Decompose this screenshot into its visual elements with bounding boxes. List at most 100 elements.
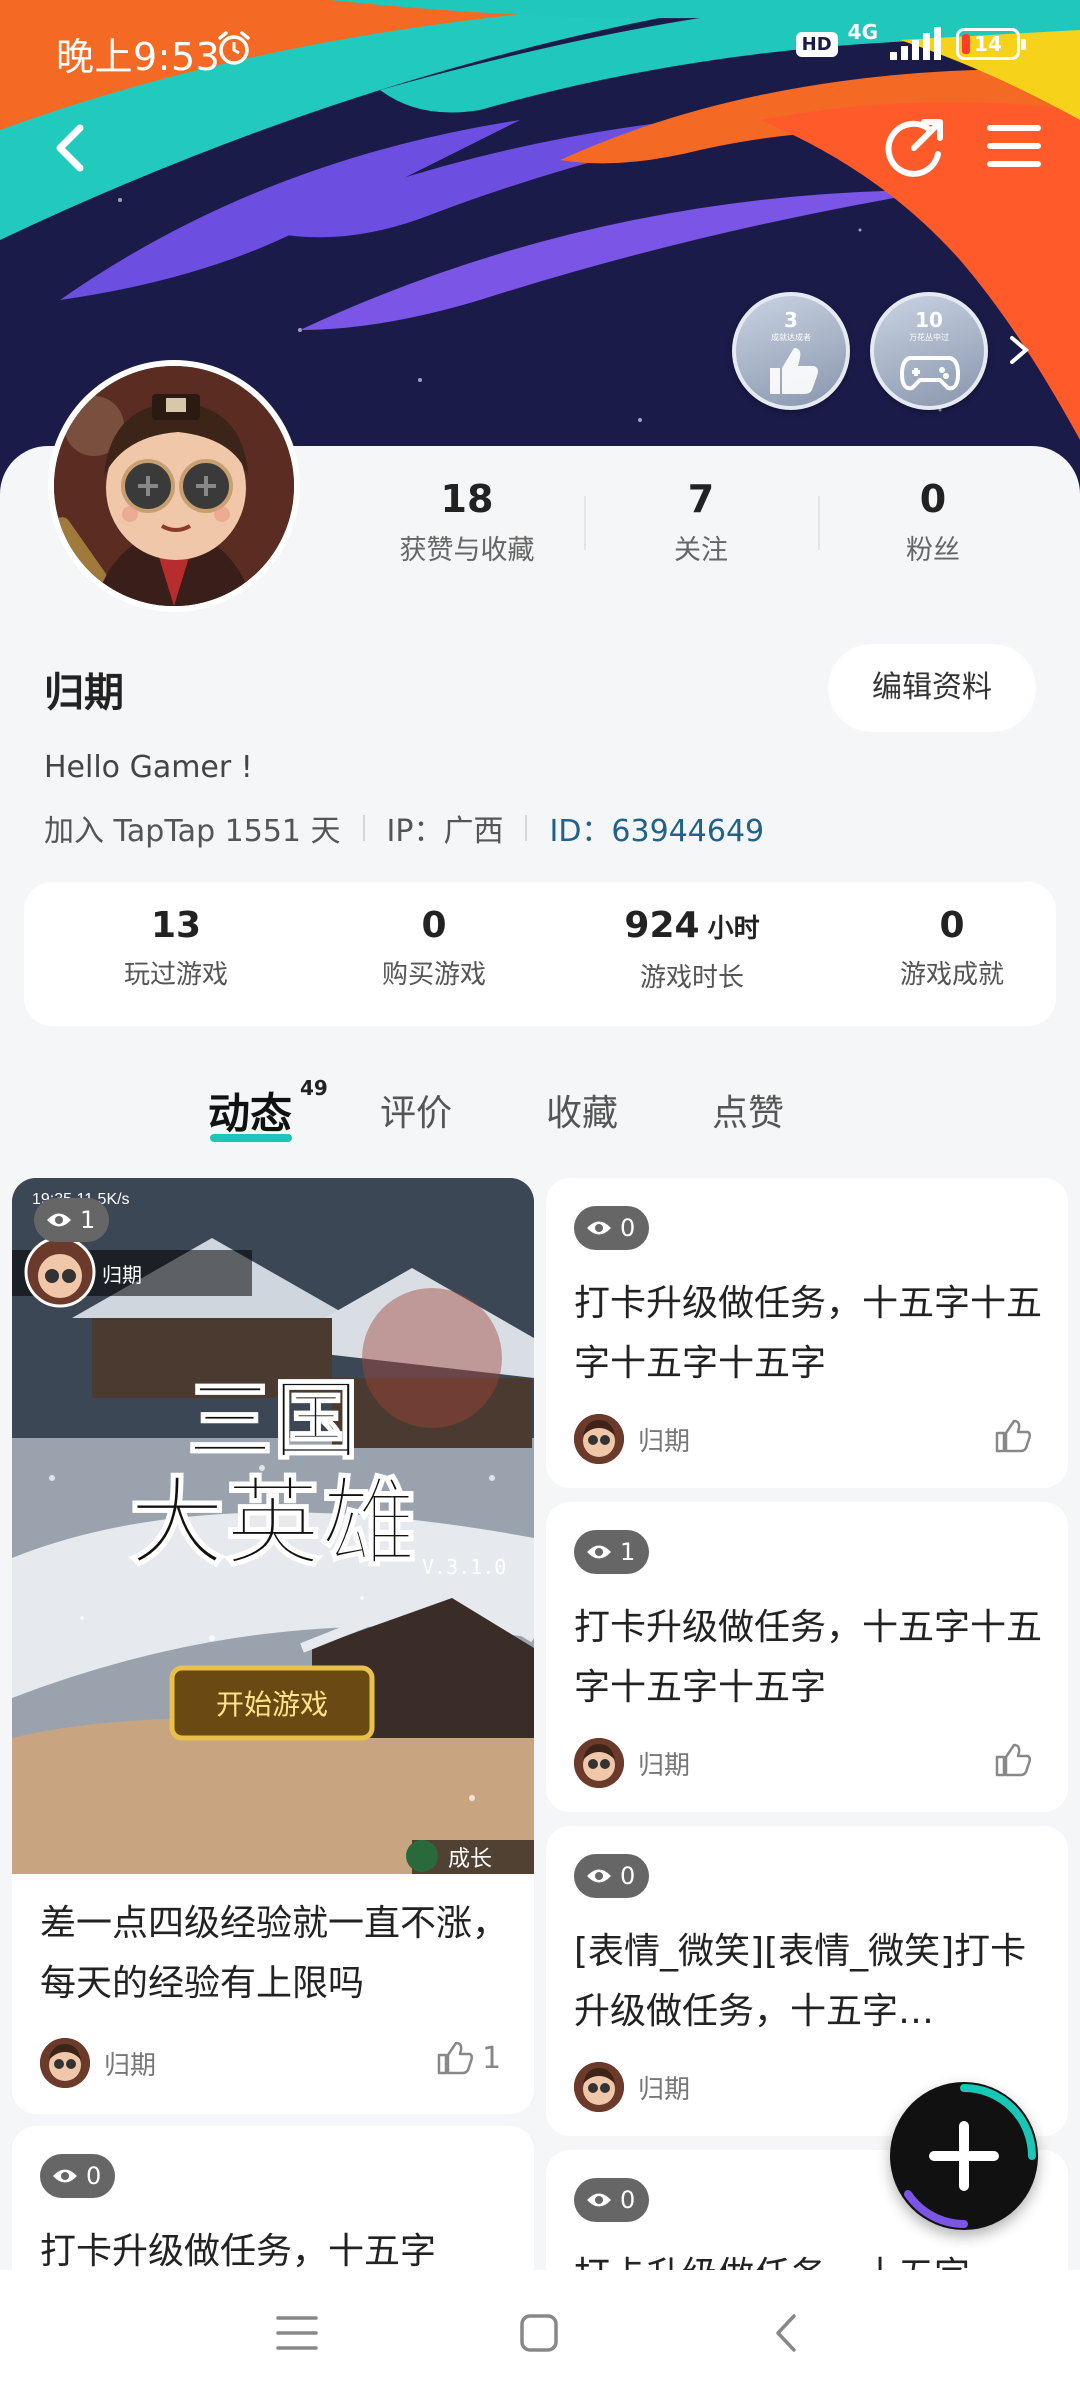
image-user-name: 归期	[102, 1263, 142, 1287]
stat-label: 游戏时长	[639, 963, 744, 993]
post-title: 打卡升级做任务，十五字十五字十五字十五字	[574, 1607, 1043, 1708]
post-author[interactable]: 归期	[40, 2038, 156, 2088]
divider	[584, 496, 586, 550]
thumbs-up-icon	[995, 1743, 1032, 1777]
played-games-stat[interactable]: 13 玩过游戏	[56, 904, 296, 991]
content-tabs: 动态 49 评价 收藏 点赞	[0, 1070, 1080, 1160]
user-bio: Hello Gamer !	[44, 750, 253, 785]
start-game-button: 开始游戏	[216, 1688, 328, 1721]
author-avatar	[574, 1414, 624, 1464]
tab-posts[interactable]: 动态 49	[208, 1076, 328, 1141]
post-title: [表情_微笑][表情_微笑]打卡升级做任务，十五字…	[574, 1931, 1027, 2032]
game-title-line1: 三国	[187, 1370, 359, 1471]
achievement-badge-thumbs[interactable]: 3 成就达成者	[732, 292, 850, 410]
battery-icon: 14	[956, 28, 1026, 60]
thumbs-up-icon	[770, 348, 818, 394]
back-arrow-icon[interactable]	[46, 118, 96, 178]
author-name: 归期	[638, 1426, 691, 1457]
user-meta: 加入 TapTap 1551 天 IP：广西 ID：63944649	[44, 806, 764, 850]
signal-icon	[890, 27, 941, 60]
status-bar: 晚上9:53 HD 4G 14	[0, 0, 1080, 96]
like-button[interactable]	[994, 1418, 1032, 1454]
thumbs-up-icon	[437, 2041, 474, 2075]
avatar[interactable]	[48, 360, 300, 612]
author-avatar	[574, 2062, 624, 2112]
tab-likes[interactable]: 点赞	[712, 1084, 784, 1136]
like-button[interactable]: 1	[436, 2040, 501, 2076]
post-card[interactable]: 1 打卡升级做任务，十五字十五字十五字十五字 归期	[546, 1502, 1068, 1812]
stat-value: 0	[939, 905, 965, 946]
count-value: 18	[440, 477, 494, 521]
author-name: 归期	[638, 2074, 691, 2105]
badge-caption: 万花丛中过	[909, 333, 949, 342]
likes-and-favorites-count[interactable]: 18 获赞与收藏	[372, 476, 562, 567]
battery-level: 14	[974, 32, 1002, 56]
menu-icon[interactable]	[986, 118, 1042, 174]
tab-label: 动态	[208, 1089, 293, 1138]
ip-location: IP：广西	[386, 814, 504, 849]
tab-count: 49	[300, 1076, 328, 1100]
post-card[interactable]: 19:35 11.5K/s 归期 三国 大英雄 V.3.1.0 开始游戏 成长 …	[12, 1178, 534, 2114]
badge-caption: 成就达成者	[771, 333, 811, 342]
achievement-badge-gamepad[interactable]: 10 万花丛中过	[870, 292, 988, 410]
post-author[interactable]: 归期	[574, 1738, 690, 1788]
tab-favorites[interactable]: 收藏	[546, 1084, 618, 1136]
create-post-button[interactable]	[890, 2082, 1038, 2230]
followers-count[interactable]: 0 粉丝	[838, 476, 1028, 567]
user-id[interactable]: ID：63944649	[549, 806, 764, 850]
stat-label: 玩过游戏	[123, 960, 228, 990]
view-count-value: 0	[620, 1214, 636, 1242]
recent-apps-icon[interactable]	[276, 2312, 318, 2354]
share-icon[interactable]	[884, 116, 946, 178]
divider	[525, 815, 528, 841]
post-title: 打卡升级做任务，十五字十五字十五字十五字	[574, 1283, 1043, 1384]
chevron-right-icon[interactable]	[1004, 330, 1034, 370]
view-count-value: 0	[620, 1862, 636, 1890]
count-value: 0	[919, 477, 947, 521]
divider	[362, 815, 365, 841]
achievements-stat[interactable]: 0 游戏成就	[832, 904, 1072, 991]
author-name: 归期	[104, 2050, 157, 2081]
like-count: 1	[482, 2040, 502, 2076]
author-name: 归期	[638, 1750, 691, 1781]
eye-icon	[47, 1213, 71, 1227]
view-count: 0	[574, 1854, 650, 1898]
count-label: 关注	[674, 535, 728, 566]
system-nav-bar	[0, 2270, 1080, 2400]
post-author[interactable]: 归期	[574, 1414, 690, 1464]
play-time-stat[interactable]: 924 小时 游戏时长	[572, 904, 812, 994]
eye-icon	[587, 2193, 611, 2207]
post-author[interactable]: 归期	[574, 2062, 690, 2112]
edit-profile-button[interactable]: 编辑资料	[828, 644, 1036, 732]
thumbs-up-icon	[995, 1419, 1032, 1453]
view-count-value: 1	[620, 1538, 636, 1566]
eye-icon	[53, 2169, 77, 2183]
count-label: 粉丝	[906, 535, 960, 566]
purchased-games-stat[interactable]: 0 购买游戏	[314, 904, 554, 991]
back-icon[interactable]	[766, 2312, 808, 2354]
tab-active-indicator	[210, 1134, 292, 1142]
like-button[interactable]	[994, 1742, 1032, 1778]
home-icon[interactable]	[518, 2312, 560, 2354]
view-count-value: 0	[620, 2186, 636, 2214]
status-indicators: HD 4G 14	[795, 20, 1026, 62]
join-days: 加入 TapTap 1551 天	[44, 814, 341, 849]
stat-value: 924	[624, 905, 700, 946]
hd-badge: HD	[795, 31, 838, 57]
tab-reviews[interactable]: 评价	[380, 1084, 452, 1136]
user-name: 归期	[44, 670, 124, 716]
eye-icon	[587, 1221, 611, 1235]
stat-label: 购买游戏	[381, 960, 486, 990]
badge-number: 10	[915, 308, 943, 332]
view-count-value: 1	[80, 1206, 96, 1234]
gamepad-icon	[900, 356, 960, 391]
avatar-image	[54, 366, 294, 606]
game-version: V.3.1.0	[422, 1555, 506, 1579]
view-count: 1	[574, 1530, 650, 1574]
following-count[interactable]: 7 关注	[606, 476, 796, 567]
count-label: 获赞与收藏	[399, 535, 535, 566]
stat-unit: 小时	[707, 914, 760, 944]
post-title: 差一点四级经验就一直不涨，每天的经验有上限吗	[40, 1903, 509, 2004]
game-title-line2: 大英雄	[129, 1466, 417, 1579]
post-card[interactable]: 0 打卡升级做任务，十五字十五字十五字十五字 归期	[546, 1178, 1068, 1488]
